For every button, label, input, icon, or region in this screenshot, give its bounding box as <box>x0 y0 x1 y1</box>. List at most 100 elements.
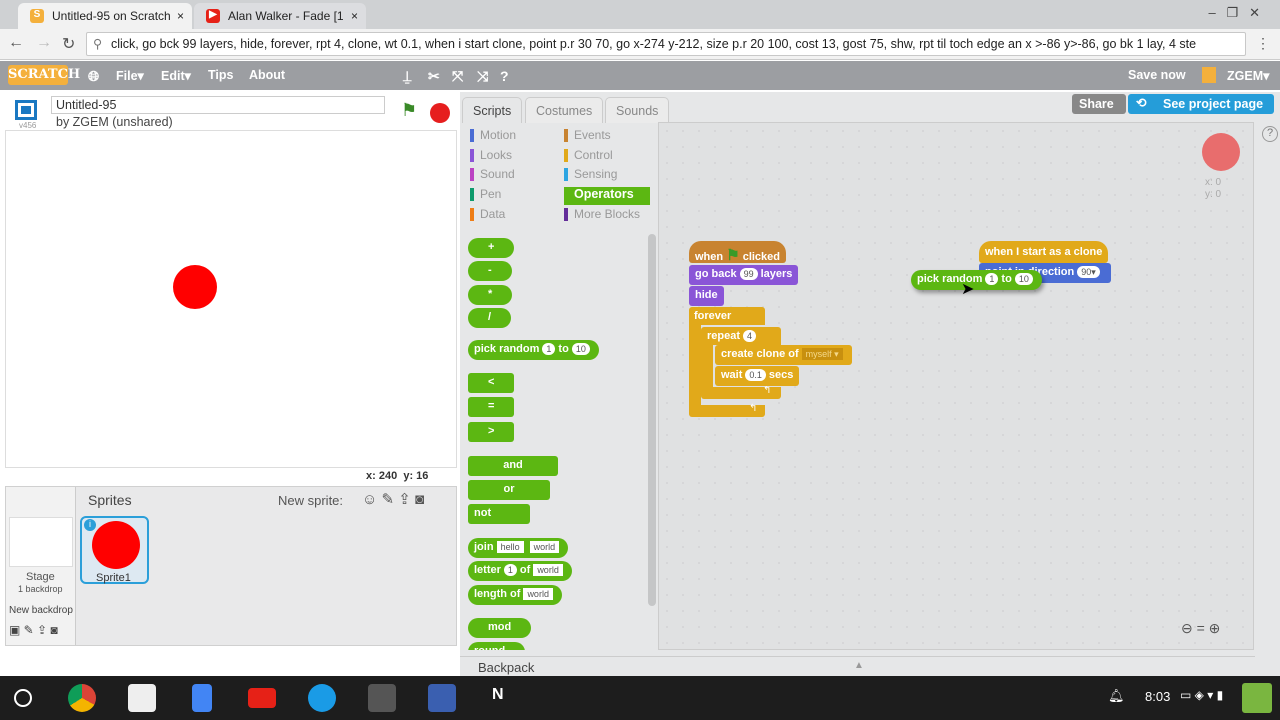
shrink-icon[interactable]: ⤨ <box>477 68 488 85</box>
docs-icon[interactable] <box>192 684 212 712</box>
category-data[interactable]: Data <box>470 207 505 225</box>
block-hide[interactable]: hide <box>689 286 724 306</box>
browser-tab-bar: S Untitled-95 on Scratch × ▶ Alan Walker - … <box>0 0 1280 29</box>
backdrop-tools-icons[interactable]: ▣ ✎ ⇪ ◙ <box>9 623 58 637</box>
close-tab-icon[interactable]: × <box>351 9 358 23</box>
sprite1-thumbnail[interactable]: i Sprite1 <box>80 516 149 584</box>
block-mod[interactable]: mod <box>468 618 532 638</box>
block-and[interactable]: and <box>468 456 558 476</box>
clock[interactable]: 8:03 <box>1145 689 1170 704</box>
category-events[interactable]: Events <box>564 128 611 146</box>
green-flag-icon[interactable]: ⚑ <box>401 100 417 121</box>
scripts-area[interactable]: when ⚑ clicked go back 99 layers hide fore… <box>658 122 1254 650</box>
block-when-flag-clicked[interactable]: when ⚑ clicked <box>689 241 787 264</box>
block-not[interactable]: not <box>468 504 530 524</box>
audio-icon[interactable] <box>428 684 456 712</box>
tab-title: Untitled-95 on Scratch <box>52 9 171 23</box>
browser-tab-youtube[interactable]: ▶ Alan Walker - Fade [1 × <box>194 3 366 29</box>
block-go-back-layers[interactable]: go back 99 layers <box>689 265 799 285</box>
backpack-bar[interactable]: Backpack ▲ <box>460 656 1255 676</box>
block-equals[interactable]: = <box>468 397 515 417</box>
save-now-button[interactable]: Save now <box>1128 68 1186 82</box>
sprites-panel: Stage 1 backdrop New backdrop ▣ ✎ ⇪ ◙ Sp… <box>5 486 457 646</box>
notification-icon[interactable]: 🔔︎ <box>1108 688 1125 704</box>
back-icon[interactable]: ← <box>8 34 24 52</box>
window-controls[interactable]: – ❐ ✕ <box>1209 5 1260 21</box>
user-menu[interactable]: ZGEM▾ <box>1227 68 1269 83</box>
green-flag-icon: ⚑ <box>726 247 740 264</box>
help-icon[interactable]: ? <box>500 68 509 84</box>
category-operators[interactable]: Operators <box>564 187 650 205</box>
block-multiply[interactable]: * <box>468 285 513 305</box>
help-icon[interactable]: ? <box>1262 126 1278 142</box>
block-palette[interactable]: + - * / pick random 1 to 10 < = > and or no… <box>460 230 658 650</box>
block-length-of[interactable]: length of world <box>468 585 562 605</box>
block-letter-of[interactable]: letter 1 of world <box>468 561 572 581</box>
close-tab-icon[interactable]: × <box>177 9 184 23</box>
new-sprite-tools-icons[interactable]: ☺ ✎ ⇪ ◙ <box>362 490 424 508</box>
n-app-icon[interactable]: N <box>492 686 504 704</box>
category-motion[interactable]: Motion <box>470 128 516 146</box>
chrome-icon[interactable] <box>68 684 96 712</box>
block-greater-than[interactable]: > <box>468 422 515 442</box>
menu-file[interactable]: File▾ <box>116 68 144 83</box>
block-round[interactable]: round <box>468 642 526 650</box>
scratch-favicon-icon: S <box>30 9 44 23</box>
stop-icon[interactable] <box>430 103 450 123</box>
omnibox-input[interactable]: ⚲ click, go bck 99 layers, hide, forever,… <box>86 32 1246 56</box>
browser-tab-scratch[interactable]: S Untitled-95 on Scratch × <box>18 3 192 29</box>
expand-arrow-icon[interactable]: ▲ <box>854 660 864 671</box>
category-more-blocks[interactable]: More Blocks <box>564 207 640 225</box>
avatar[interactable] <box>1242 683 1272 713</box>
category-looks[interactable]: Looks <box>470 148 512 166</box>
tab-costumes[interactable]: Costumes <box>525 97 604 123</box>
duplicate-stamp-icon[interactable]: ⍊ <box>403 68 411 85</box>
stage-thumbnail[interactable] <box>9 517 73 567</box>
zoom-controls-icons[interactable]: ⊖ = ⊕ <box>1181 620 1220 637</box>
block-pick-random-dragging[interactable]: pick random 1 to 10 <box>911 270 1042 290</box>
reload-icon[interactable]: ↻ <box>62 34 75 54</box>
my-stuff-icon[interactable] <box>1202 67 1216 83</box>
block-pick-random[interactable]: pick random 1 to 10 <box>468 340 599 360</box>
block-add[interactable]: + <box>468 238 515 258</box>
block-create-clone[interactable]: create clone of myself ▾ <box>715 345 852 365</box>
block-when-start-as-clone[interactable]: when I start as a clone <box>979 241 1109 263</box>
cut-icon[interactable]: ✂ <box>428 68 440 85</box>
block-or[interactable]: or <box>468 480 550 500</box>
block-divide[interactable]: / <box>468 308 512 328</box>
scratch-logo[interactable]: SCRATCH <box>8 65 80 85</box>
youtube-icon[interactable] <box>248 688 276 708</box>
block-wait[interactable]: wait 0.1 secs <box>715 366 800 386</box>
category-pen[interactable]: Pen <box>470 187 501 205</box>
sprite-y: y: 0 <box>1205 189 1222 200</box>
tab-sounds[interactable]: Sounds <box>605 97 670 123</box>
menu-tips[interactable]: Tips <box>208 68 233 82</box>
grow-icon[interactable]: ⤧ <box>452 68 463 85</box>
block-less-than[interactable]: < <box>468 373 515 393</box>
category-sound[interactable]: Sound <box>470 167 515 185</box>
menu-about[interactable]: About <box>249 68 285 82</box>
block-join[interactable]: join hello world <box>468 538 569 558</box>
project-title-input[interactable]: Untitled-95 <box>51 96 385 114</box>
video-editor-icon[interactable] <box>368 684 396 712</box>
category-control[interactable]: Control <box>564 148 613 166</box>
menu-edit[interactable]: Edit▾ <box>161 68 191 83</box>
fullscreen-icon[interactable] <box>15 100 37 120</box>
mouse-cursor-icon: ➤ <box>961 281 975 298</box>
forward-icon[interactable]: → <box>36 34 52 52</box>
menu-icon[interactable]: ⋮ <box>1256 35 1270 52</box>
block-subtract[interactable]: - <box>468 261 512 281</box>
info-icon[interactable]: i <box>84 519 96 531</box>
palette-scrollbar[interactable] <box>648 234 656 606</box>
globe-icon[interactable]: 🌐︎ <box>88 68 99 85</box>
stage-canvas[interactable] <box>5 130 457 468</box>
launcher-icon[interactable] <box>14 689 32 707</box>
sprite-red-ball[interactable] <box>173 265 217 309</box>
gmail-icon[interactable] <box>128 684 156 712</box>
status-tray-icons[interactable]: ▭ ◈ ▾ ▮ <box>1180 688 1223 702</box>
files-icon[interactable] <box>308 684 336 712</box>
tab-scripts[interactable]: Scripts <box>462 97 523 123</box>
category-sensing[interactable]: Sensing <box>564 167 617 185</box>
see-project-page-button[interactable]: ⟲ See project page <box>1128 94 1274 114</box>
share-button[interactable]: Share <box>1072 94 1126 114</box>
